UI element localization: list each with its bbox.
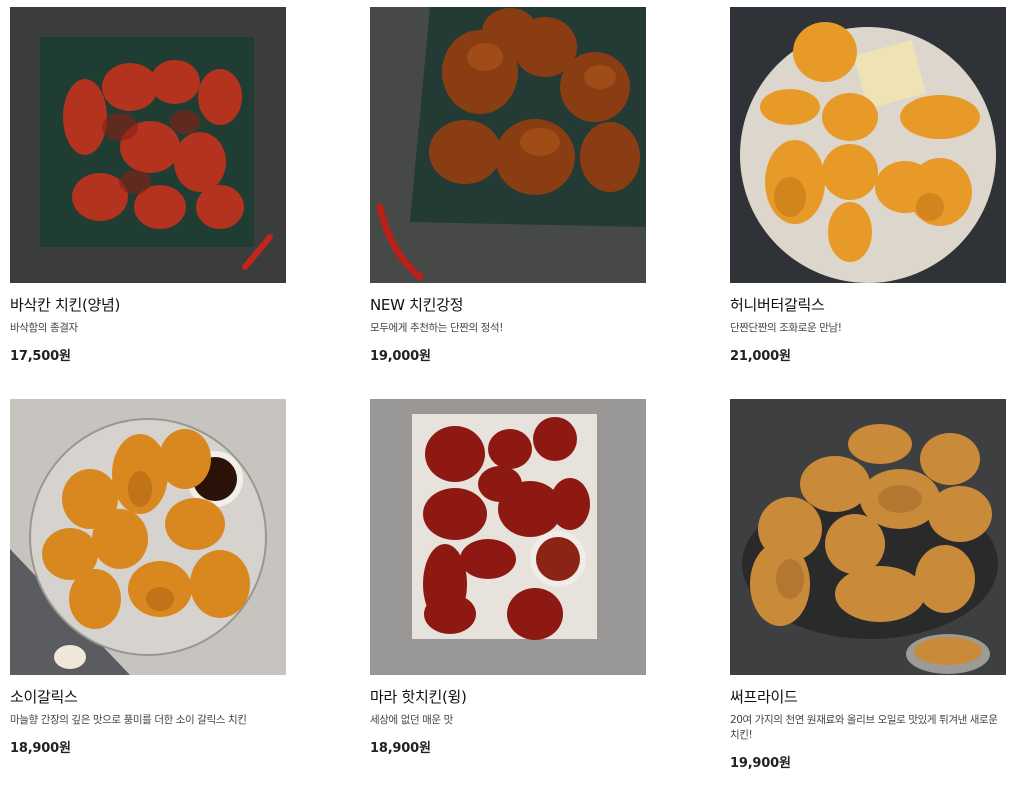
- menu-item-name[interactable]: 마라 핫치킨(윙): [370, 687, 646, 707]
- menu-item-image[interactable]: [730, 7, 1006, 283]
- menu-item-image[interactable]: [730, 399, 1006, 675]
- menu-item-price: 17,500원: [10, 349, 71, 364]
- menu-card[interactable]: NEW 치킨강정 모두에게 추천하는 단짠의 정석! 19,000원: [370, 7, 646, 364]
- menu-item-desc: 세상에 없던 매운 맛: [370, 714, 453, 726]
- menu-item-price: 19,900원: [730, 756, 791, 771]
- menu-item-name[interactable]: NEW 치킨강정: [370, 295, 646, 315]
- menu-item-image[interactable]: [370, 399, 646, 675]
- menu-item-image[interactable]: [370, 7, 646, 283]
- menu-item-price: 18,900원: [370, 741, 431, 756]
- menu-item-name[interactable]: 허니버터갈릭스: [730, 295, 1006, 315]
- menu-item-name[interactable]: 바삭칸 치킨(양념): [10, 295, 286, 315]
- menu-item-desc: 바삭함의 종결자: [10, 322, 78, 334]
- menu-item-image[interactable]: [10, 399, 286, 675]
- menu-item-price: 19,000원: [370, 349, 431, 364]
- menu-card[interactable]: 써프라이드 20여 가지의 천연 원재료와 올리브 오일로 맛있게 튀겨낸 새로…: [730, 399, 1006, 771]
- menu-card[interactable]: 소이갈릭스 마늘향 간장의 깊은 맛으로 풍미를 더한 소이 갈릭스 치킨 18…: [10, 399, 286, 756]
- menu-item-name[interactable]: 소이갈릭스: [10, 687, 286, 707]
- menu-grid: 바삭칸 치킨(양념) 바삭함의 종결자 17,500원 NEW 치킨강정 모두에…: [0, 0, 1019, 788]
- menu-item-desc: 20여 가지의 천연 원재료와 올리브 오일로 맛있게 튀겨낸 새로운 치킨!: [730, 714, 998, 741]
- menu-card[interactable]: 바삭칸 치킨(양념) 바삭함의 종결자 17,500원: [10, 7, 286, 364]
- menu-item-price: 18,900원: [10, 741, 71, 756]
- menu-item-image[interactable]: [10, 7, 286, 283]
- menu-card[interactable]: 허니버터갈릭스 단짠단짠의 조화로운 만남! 21,000원: [730, 7, 1006, 364]
- menu-item-desc: 마늘향 간장의 깊은 맛으로 풍미를 더한 소이 갈릭스 치킨: [10, 714, 247, 726]
- menu-item-name[interactable]: 써프라이드: [730, 687, 1006, 707]
- menu-item-price: 21,000원: [730, 349, 791, 364]
- menu-card[interactable]: 마라 핫치킨(윙) 세상에 없던 매운 맛 18,900원: [370, 399, 646, 756]
- menu-item-desc: 단짠단짠의 조화로운 만남!: [730, 322, 842, 334]
- menu-item-desc: 모두에게 추천하는 단짠의 정석!: [370, 322, 504, 334]
